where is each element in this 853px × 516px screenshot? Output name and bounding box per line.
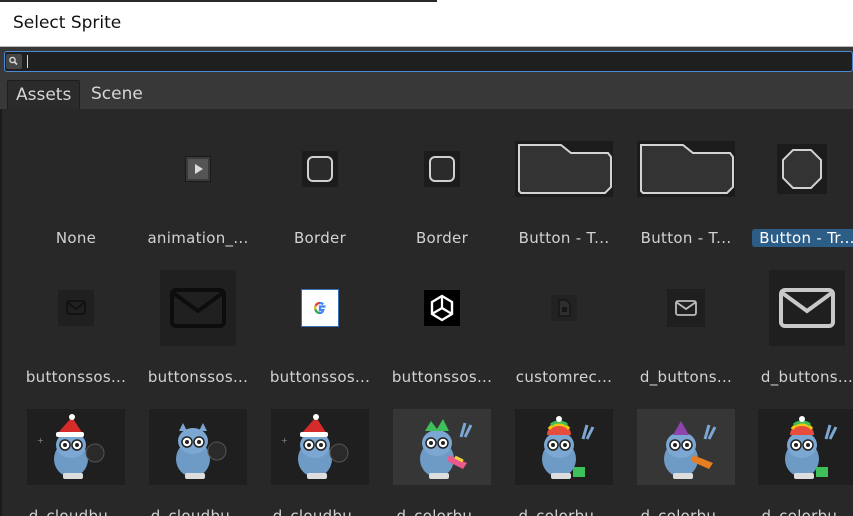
grid-item-label: Border <box>415 229 469 247</box>
tab-bar: Assets Scene <box>0 76 853 109</box>
mail-icon <box>769 270 845 350</box>
empty-thumbnail <box>16 116 136 226</box>
grid-item-label: Button - Tr... <box>752 229 853 247</box>
grid-item-label: animation_... <box>147 229 249 247</box>
unity-icon <box>424 290 460 330</box>
grid-item-label: d_colorbu... <box>518 507 610 516</box>
search-row <box>0 47 853 76</box>
search-input[interactable] <box>4 51 853 72</box>
mail-icon <box>667 289 705 331</box>
grid-item-label: d_cloudbu... <box>272 507 368 516</box>
mail-icon <box>58 290 94 330</box>
rounded-square-icon <box>424 151 460 191</box>
owl-santa-icon: + <box>271 409 369 489</box>
folder-tab-icon <box>637 141 735 201</box>
grid-item-label: Button - T... <box>640 229 732 247</box>
svg-text:+: + <box>281 436 288 445</box>
owl-icon <box>149 409 247 489</box>
google-icon <box>300 288 340 331</box>
grid-item-label: Button - T... <box>518 229 610 247</box>
asset-grid: None animation_... Border Border Button … <box>0 109 853 516</box>
grid-item-label: buttonssos... <box>25 368 127 386</box>
grid-item-label: d_cloudbu... <box>150 507 246 516</box>
grid-item-label: buttonssos... <box>391 368 493 386</box>
text-caret <box>27 55 28 68</box>
grid-item-label: d_colorbu... <box>640 507 732 516</box>
tab-scene[interactable]: Scene <box>83 80 151 109</box>
grid-item-label: d_colorbu... <box>761 507 853 516</box>
file-icon <box>551 295 577 325</box>
grid-item-label: buttonssos... <box>269 368 371 386</box>
play-icon <box>185 156 211 186</box>
tab-assets[interactable]: Assets <box>7 80 81 109</box>
owl-color-icon <box>515 409 613 489</box>
svg-text:+: + <box>37 436 44 445</box>
title-bar: Select Sprite <box>0 0 853 47</box>
grid-item-label: None <box>55 229 97 247</box>
grid-item-label: d_buttons... <box>639 368 733 386</box>
title-bar-accent <box>0 0 437 2</box>
grid-item-label: customrec... <box>515 368 613 386</box>
owl-color-icon <box>393 409 491 489</box>
window-title: Select Sprite <box>13 13 122 33</box>
rounded-square-icon <box>302 151 338 191</box>
grid-item-label: d_cloudbu... <box>28 507 124 516</box>
search-icon[interactable] <box>6 54 22 69</box>
octagon-icon <box>777 144 827 198</box>
grid-item-label: buttonssos... <box>147 368 249 386</box>
mail-icon <box>160 270 236 350</box>
grid-item-label: Border <box>293 229 347 247</box>
owl-color-icon <box>758 409 853 489</box>
owl-color-icon <box>637 409 735 489</box>
grid-item-label: d_buttons... <box>760 368 853 386</box>
grid-item-label: d_colorbu... <box>396 507 488 516</box>
owl-santa-icon: + <box>27 409 125 489</box>
folder-tab-icon <box>515 141 613 201</box>
